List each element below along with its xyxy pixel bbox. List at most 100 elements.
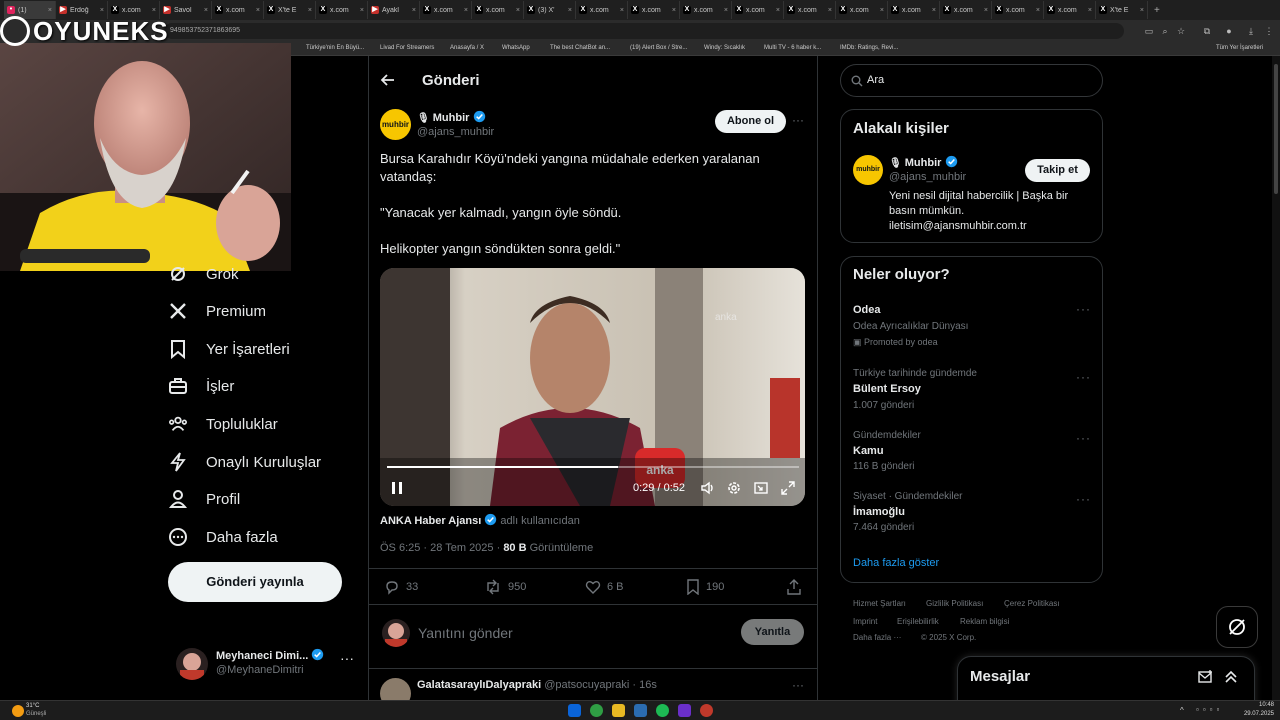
tab-close-icon[interactable]: ×	[412, 7, 416, 14]
extensions-icon[interactable]: ⧉	[1200, 24, 1214, 38]
footer-link[interactable]: Erişilebilirlik	[897, 617, 939, 626]
new-message-icon[interactable]	[1198, 669, 1214, 690]
trend-more-icon[interactable]: ···	[1076, 302, 1091, 316]
repost-action[interactable]: 950	[484, 579, 526, 595]
footer-link[interactable]: Gizlilik Politikası	[926, 599, 983, 608]
bookmark-item[interactable]: Livad For Streamers	[380, 45, 434, 51]
relevant-avatar[interactable]: muhbir	[853, 155, 883, 185]
nav-item-jobs[interactable]: İşler	[168, 368, 234, 404]
browser-tab[interactable]: X (3) X' ×	[524, 1, 576, 19]
account-more-icon[interactable]: ···	[340, 650, 354, 666]
author-handle[interactable]: @ajans_muhbir	[417, 126, 494, 138]
download-icon[interactable]: ⤓	[1244, 24, 1258, 38]
volume-icon[interactable]	[700, 480, 716, 501]
browser-tab[interactable]: ▶ Ayakl ×	[368, 1, 420, 19]
nav-item-communities[interactable]: Topluluklar	[168, 406, 278, 442]
reply-input[interactable]: Yanıtını gönder	[418, 625, 513, 641]
tab-close-icon[interactable]: ×	[1140, 7, 1144, 14]
bookmark-action[interactable]: 190	[686, 579, 724, 595]
trend-title[interactable]: Bülent Ersoy	[853, 383, 921, 395]
search-input[interactable]: Ara	[840, 64, 1103, 97]
browser-tab[interactable]: X X'te E ×	[1096, 1, 1148, 19]
trend-title[interactable]: İmamoğlu	[853, 506, 905, 518]
browser-tab[interactable]: Xx.com ×	[888, 1, 940, 19]
app-icon[interactable]	[700, 704, 713, 717]
follow-button[interactable]: Takip et	[1025, 159, 1090, 182]
browser-tab[interactable]: Xx.com ×	[628, 1, 680, 19]
tab-close-icon[interactable]: ×	[464, 7, 468, 14]
trend-title[interactable]: Odea	[853, 304, 881, 316]
address-bar[interactable]: 9498537523718636​95	[164, 23, 1124, 39]
post-button[interactable]: Gönderi yayınla	[168, 562, 342, 602]
chrome-icon[interactable]	[590, 704, 603, 717]
start-button-icon[interactable]	[568, 704, 581, 717]
nav-item-premium[interactable]: Premium	[168, 293, 266, 329]
tab-close-icon[interactable]: ×	[932, 7, 936, 14]
account-switcher[interactable]: Meyhaneci Dimi... @MeyhaneDimitri ···	[176, 644, 356, 684]
share-action[interactable]	[787, 579, 801, 595]
bookmark-item[interactable]: Multi TV - 6 haber k...	[764, 45, 821, 51]
tab-close-icon[interactable]: ×	[828, 7, 832, 14]
trend-more-icon[interactable]: ···	[1076, 431, 1091, 445]
tab-close-icon[interactable]: ×	[984, 7, 988, 14]
reply-submit-button[interactable]: Yanıtla	[741, 619, 804, 645]
nav-item-grok[interactable]: Grok	[168, 256, 239, 292]
zoom-icon[interactable]: ⌕	[1158, 24, 1172, 38]
browser-tab[interactable]: Xx.com ×	[420, 1, 472, 19]
show-more-link[interactable]: Daha fazla göster	[853, 557, 939, 569]
clock-time[interactable]: 10:48	[1246, 702, 1274, 708]
browser-tab[interactable]: Xx.com ×	[472, 1, 524, 19]
scrollbar-thumb[interactable]	[1274, 64, 1278, 194]
browser-tab[interactable]: Xx.com ×	[732, 1, 784, 19]
pip-icon[interactable]	[753, 480, 769, 501]
tab-close-icon[interactable]: ×	[152, 7, 156, 14]
tab-close-icon[interactable]: ×	[256, 7, 260, 14]
nav-item-bookmarks[interactable]: Yer İşaretleri	[168, 331, 290, 367]
spotify-icon[interactable]	[656, 704, 669, 717]
file-explorer-icon[interactable]	[612, 704, 625, 717]
browser-tab[interactable]: Xx.com ×	[836, 1, 888, 19]
video-progress-track[interactable]	[387, 466, 799, 468]
video-attribution[interactable]: ANKA Haber Ajansı adlı kullanıcıdan	[380, 513, 580, 527]
browser-tab[interactable]: Xx.com ×	[316, 1, 368, 19]
tray-chevron-icon[interactable]: ^	[1180, 706, 1184, 715]
next-reply-more-icon[interactable]: ···	[792, 678, 804, 692]
browser-tab[interactable]: X X'te E ×	[264, 1, 316, 19]
app-icon[interactable]	[678, 704, 691, 717]
footer-link[interactable]: Hizmet Şartları	[853, 599, 906, 608]
relevant-name-row[interactable]: 🎙 Muhbir	[889, 155, 958, 169]
grok-fab-button[interactable]	[1216, 606, 1258, 648]
bookmark-item[interactable]: IMDb: Ratings, Revi...	[840, 45, 898, 51]
tab-close-icon[interactable]: ×	[360, 7, 364, 14]
profile-icon[interactable]: ●	[1222, 24, 1236, 38]
tab-close-icon[interactable]: ×	[204, 7, 208, 14]
footer-more-link[interactable]: Daha fazla ···	[853, 633, 901, 642]
tab-close-icon[interactable]: ×	[308, 7, 312, 14]
like-action[interactable]: 6 B	[585, 579, 624, 595]
bookmark-item[interactable]: WhatsApp	[502, 45, 530, 51]
tab-close-icon[interactable]: ×	[1036, 7, 1040, 14]
tray-icons[interactable]: ▫▫▫▫	[1196, 705, 1223, 714]
tab-close-icon[interactable]: ×	[48, 7, 52, 14]
subscribe-button[interactable]: Abone ol	[715, 110, 786, 133]
tab-close-icon[interactable]: ×	[620, 7, 624, 14]
all-bookmarks[interactable]: Tüm Yer İşaretleri	[1216, 45, 1263, 51]
next-reply-name[interactable]: GalatasaraylıDalyapraki	[417, 679, 541, 691]
browser-tab[interactable]: Xx.com ×	[212, 1, 264, 19]
trend-more-icon[interactable]: ···	[1076, 370, 1091, 384]
nav-item-profile[interactable]: Profil	[168, 481, 240, 517]
tab-close-icon[interactable]: ×	[568, 7, 572, 14]
post-timestamp[interactable]: ÖS 6:25 · 28 Tem 2025 ·	[380, 542, 503, 554]
footer-link[interactable]: Imprint	[853, 617, 877, 626]
video-player[interactable]: anka anka 0:29 / 0:52	[380, 268, 805, 506]
nav-item-verified-orgs[interactable]: Onaylı Kuruluşlar	[168, 444, 321, 480]
star-icon[interactable]: ☆	[1174, 24, 1188, 38]
author-avatar[interactable]: muhbir	[380, 109, 411, 140]
tab-close-icon[interactable]: ×	[880, 7, 884, 14]
browser-tab[interactable]: Xx.com ×	[940, 1, 992, 19]
settings-gear-icon[interactable]	[726, 480, 742, 501]
trend-more-icon[interactable]: ···	[1076, 492, 1091, 506]
tab-close-icon[interactable]: ×	[776, 7, 780, 14]
tab-close-icon[interactable]: ×	[724, 7, 728, 14]
trend-title[interactable]: Kamu	[853, 445, 884, 457]
